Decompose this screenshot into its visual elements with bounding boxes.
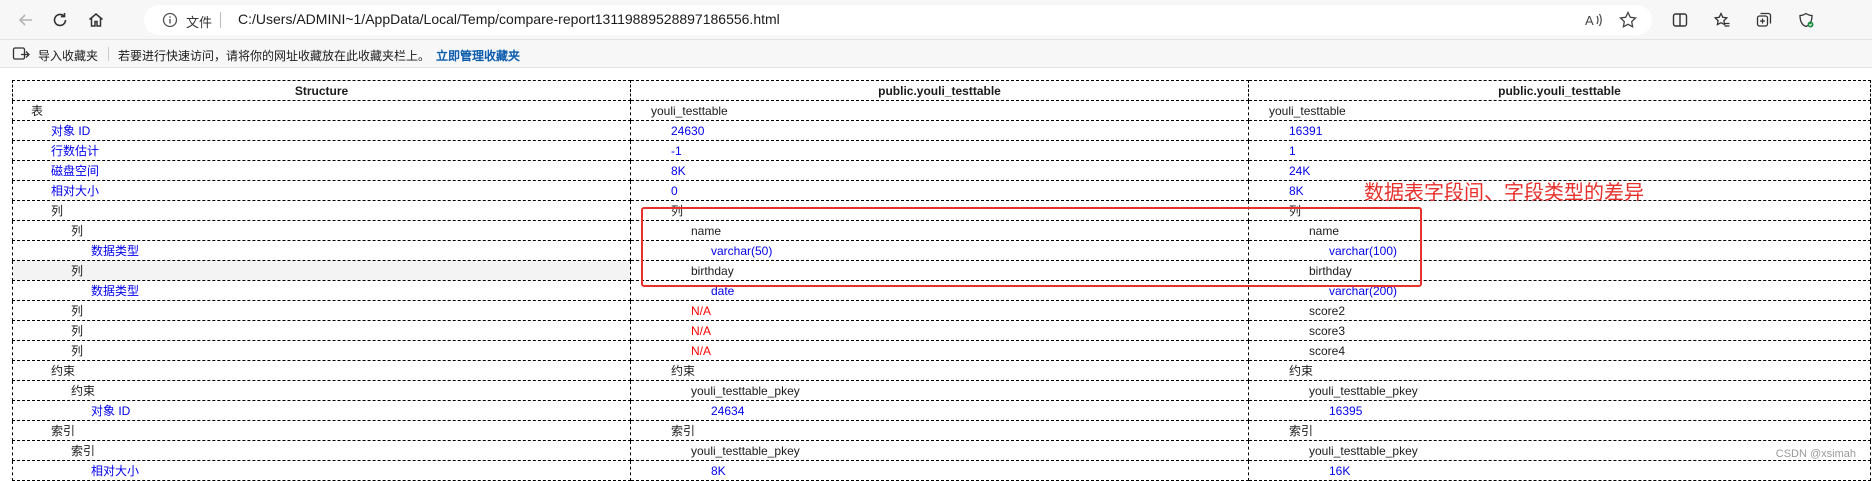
right-value: name	[1248, 220, 1871, 241]
table-row: 对象 ID 24634 16395	[12, 400, 1871, 421]
right-value: score2	[1248, 300, 1871, 321]
url-text[interactable]: C:/Users/ADMINI~1/AppData/Local/Temp/com…	[238, 11, 780, 27]
structure-label: 列	[12, 260, 631, 281]
right-value: 16K	[1248, 460, 1871, 481]
left-value: 列	[630, 200, 1249, 221]
structure-label: 约束	[12, 380, 631, 401]
left-value: 8K	[630, 160, 1249, 181]
table-row: 列 N/A score4	[12, 340, 1871, 361]
import-favorites-icon[interactable]	[12, 46, 30, 62]
left-value: 索引	[630, 420, 1249, 441]
left-value: birthday	[630, 260, 1249, 281]
left-value: 8K	[630, 460, 1249, 481]
left-value: 24634	[630, 400, 1249, 421]
left-value: youli_testtable_pkey	[630, 440, 1249, 461]
back-icon[interactable]	[12, 6, 40, 34]
favorites-bar: 导入收藏夹 若要进行快速访问，请将你的网址收藏放在此收藏夹栏上。 立即管理收藏夹	[0, 40, 1872, 68]
table-row: 列 N/A score2	[12, 300, 1871, 321]
collections-icon[interactable]	[1750, 6, 1778, 34]
table-row: 索引 youli_testtable_pkey youli_testtable_…	[12, 440, 1871, 461]
structure-label: 列	[12, 340, 631, 361]
table-row: 约束 youli_testtable_pkey youli_testtable_…	[12, 380, 1871, 401]
left-table-header: public.youli_testtable	[630, 80, 1249, 101]
table-row: 列 birthday birthday	[12, 260, 1871, 281]
home-icon[interactable]	[82, 6, 110, 34]
info-icon[interactable]	[162, 12, 178, 28]
structure-header: Structure	[12, 80, 631, 101]
browser-toolbar: 文件 C:/Users/ADMINI~1/AppData/Local/Temp/…	[0, 0, 1872, 40]
right-table-header: public.youli_testtable	[1248, 80, 1871, 101]
left-value: 24630	[630, 120, 1249, 141]
table-row: 约束 约束 约束	[12, 360, 1871, 381]
right-value: score4	[1248, 340, 1871, 361]
table-row: 数据类型 varchar(50) varchar(100)	[12, 240, 1871, 261]
structure-label: 列	[12, 200, 631, 221]
right-value: 1	[1248, 140, 1871, 161]
table-row: 列 name name	[12, 220, 1871, 241]
structure-label: 索引	[12, 440, 631, 461]
right-value: 索引	[1248, 420, 1871, 441]
manage-favorites-link[interactable]: 立即管理收藏夹	[436, 47, 520, 64]
difference-annotation: 数据表字段间、字段类型的差异	[1364, 180, 1644, 204]
structure-label: 对象 ID	[12, 400, 631, 421]
favorites-icon[interactable]	[1708, 6, 1736, 34]
table-row: 相对大小 8K 16K	[12, 460, 1871, 481]
address-divider	[220, 12, 221, 28]
right-value: 约束	[1248, 360, 1871, 381]
left-value: varchar(50)	[630, 240, 1249, 261]
split-screen-icon[interactable]	[1666, 6, 1694, 34]
structure-label: 对象 ID	[12, 120, 631, 141]
favorite-star-icon[interactable]	[1618, 10, 1638, 30]
table-row: 行数估计 -1 1	[12, 140, 1871, 161]
right-value: score3	[1248, 320, 1871, 341]
refresh-icon[interactable]	[46, 6, 74, 34]
structure-label: 列	[12, 220, 631, 241]
table-row: 列 N/A score3	[12, 320, 1871, 341]
left-value: name	[630, 220, 1249, 241]
left-value: -1	[630, 140, 1249, 161]
right-value: youli_testtable	[1248, 100, 1871, 121]
report-header-row: Structure public.youli_testtable public.…	[12, 80, 1871, 101]
left-value: youli_testtable_pkey	[630, 380, 1249, 401]
right-value: 16395	[1248, 400, 1871, 421]
left-value: N/A	[630, 320, 1249, 341]
left-value: date	[630, 280, 1249, 301]
favorites-bar-hint: 若要进行快速访问，请将你的网址收藏放在此收藏夹栏上。	[118, 49, 431, 63]
url-scheme-label: 文件	[186, 15, 213, 30]
favorites-bar-divider	[108, 47, 109, 61]
address-bar[interactable]: 文件 C:/Users/ADMINI~1/AppData/Local/Temp/…	[144, 5, 1652, 35]
right-value: varchar(100)	[1248, 240, 1871, 261]
left-value: 约束	[630, 360, 1249, 381]
left-value: N/A	[630, 340, 1249, 361]
watermark: CSDN @xsimah	[1775, 448, 1856, 460]
table-row: 索引 索引 索引	[12, 420, 1871, 441]
structure-label: 数据类型	[12, 240, 631, 261]
structure-label: 相对大小	[12, 180, 631, 201]
structure-label: 列	[12, 300, 631, 321]
compare-report-table: Structure public.youli_testtable public.…	[12, 80, 1871, 481]
right-value: youli_testtable_pkey	[1248, 380, 1871, 401]
left-value: youli_testtable	[630, 100, 1249, 121]
structure-label: 数据类型	[12, 280, 631, 301]
table-row: 表 youli_testtable youli_testtable	[12, 100, 1871, 121]
read-aloud-icon[interactable]: A	[1584, 10, 1604, 30]
import-favorites-button[interactable]: 导入收藏夹	[38, 47, 98, 64]
right-value: birthday	[1248, 260, 1871, 281]
table-row: 数据类型 date varchar(200)	[12, 280, 1871, 301]
structure-label: 索引	[12, 420, 631, 441]
left-value: N/A	[630, 300, 1249, 321]
structure-label: 约束	[12, 360, 631, 381]
structure-label: 列	[12, 320, 631, 341]
right-value: varchar(200)	[1248, 280, 1871, 301]
structure-label: 相对大小	[12, 460, 631, 481]
right-value: 16391	[1248, 120, 1871, 141]
table-row: 对象 ID 24630 16391	[12, 120, 1871, 141]
structure-label: 行数估计	[12, 140, 631, 161]
svg-text:A: A	[1585, 13, 1594, 28]
browser-essentials-icon[interactable]	[1792, 6, 1820, 34]
structure-label: 磁盘空间	[12, 160, 631, 181]
left-value: 0	[630, 180, 1249, 201]
structure-label: 表	[12, 100, 631, 121]
